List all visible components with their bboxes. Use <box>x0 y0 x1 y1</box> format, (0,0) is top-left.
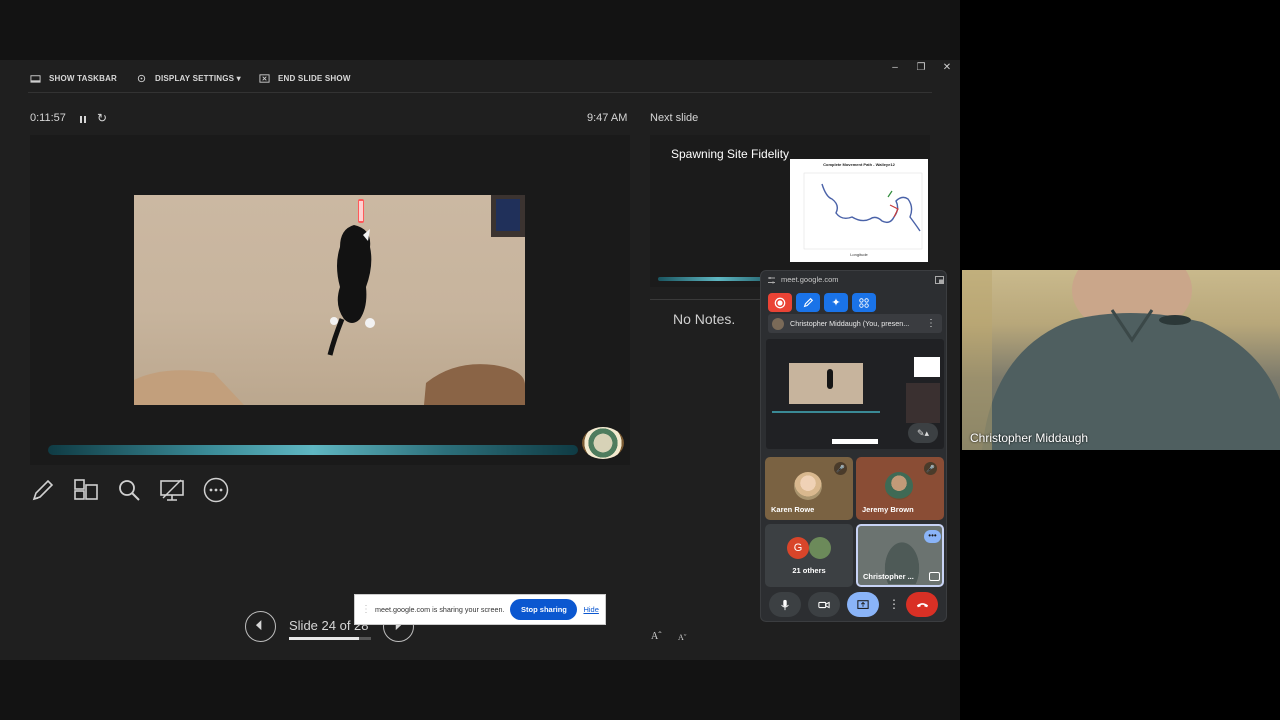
show-taskbar-button[interactable]: SHOW TASKBAR <box>30 72 117 84</box>
display-settings-label: DISPLAY SETTINGS ▾ <box>155 73 241 83</box>
next-chart-xlabel: Longitude <box>850 252 868 257</box>
stop-sharing-button[interactable]: Stop sharing <box>510 599 578 620</box>
restore-icon[interactable]: ❐ <box>914 62 928 73</box>
next-slide-preview[interactable]: Spawning Site Fidelity Complete Movement… <box>650 135 930 287</box>
increase-font-icon[interactable]: Aˆ <box>651 631 662 642</box>
more-vert-icon[interactable]: ⋮ <box>926 318 936 329</box>
current-slide <box>30 135 630 465</box>
preview-cat-thumbnail <box>789 363 863 404</box>
picture-in-picture-icon[interactable] <box>935 276 944 284</box>
webcam-video: Christopher Middaugh <box>962 270 1280 450</box>
more-horiz-icon[interactable]: ••• <box>924 530 941 543</box>
presenting-label: Christopher Middaugh (You, presen... <box>790 319 910 328</box>
sharing-message: meet.google.com is sharing your screen. <box>375 605 505 614</box>
chevron-left-icon <box>255 620 262 631</box>
shared-screen-preview: ✎▴ <box>766 339 944 449</box>
preview-chart-thumbnail <box>914 357 940 377</box>
mic-off-icon: 🎤 <box>924 462 937 475</box>
toolbar-divider <box>28 92 932 93</box>
presenting-screen-icon <box>929 572 940 581</box>
participant-tile-others[interactable]: G 21 others <box>765 524 853 587</box>
pen-icon[interactable] <box>29 476 57 504</box>
see-all-slides-icon[interactable] <box>72 476 100 504</box>
taskbar-icon <box>30 74 41 83</box>
elapsed-timer: 0:11:57 <box>30 112 66 124</box>
apps-icon[interactable] <box>852 293 876 312</box>
cat-video-image <box>134 195 525 405</box>
black-screen-icon[interactable] <box>158 476 186 504</box>
pause-timer-icon[interactable] <box>78 112 88 123</box>
present-screen-button[interactable] <box>847 592 879 617</box>
minimize-icon[interactable]: – <box>888 62 902 73</box>
zoom-icon[interactable] <box>115 476 143 504</box>
mic-off-icon: 🎤 <box>834 462 847 475</box>
display-settings-button[interactable]: DISPLAY SETTINGS ▾ <box>136 72 241 84</box>
avatar <box>794 472 822 500</box>
webcam-participant-name: Christopher Middaugh <box>970 431 1089 445</box>
avatar <box>885 472 913 500</box>
participant-name: Karen Rowe <box>771 505 815 514</box>
end-slide-show-button[interactable]: END SLIDE SHOW <box>259 72 351 84</box>
participant-name: Christopher ... <box>863 572 914 581</box>
drag-handle-icon[interactable]: ⋮ <box>361 604 371 615</box>
annotate-pen-icon[interactable] <box>796 293 820 312</box>
restart-timer-icon[interactable]: ↻ <box>97 111 107 125</box>
camera-icon <box>818 601 830 608</box>
end-slide-show-label: END SLIDE SHOW <box>278 73 351 83</box>
avatar <box>809 537 831 559</box>
slide-progress-bar <box>289 637 371 640</box>
next-slide-title: Spawning Site Fidelity <box>671 147 790 161</box>
participant-tile-karen-rowe[interactable]: 🎤 Karen Rowe <box>765 457 853 520</box>
participant-name: Jeremy Brown <box>862 505 914 514</box>
annotation-toggle-icon[interactable]: ✎▴ <box>908 423 938 443</box>
show-taskbar-label: SHOW TASKBAR <box>49 73 118 83</box>
hang-up-icon <box>916 603 928 608</box>
site-settings-icon[interactable] <box>767 276 776 285</box>
avatar-initial: G <box>787 537 809 559</box>
close-icon[interactable]: ✕ <box>940 62 954 73</box>
next-slide-chart-image: Complete Movement Path - Walleye12 Longi… <box>790 159 928 262</box>
meet-url: meet.google.com <box>781 275 839 284</box>
hide-link[interactable]: Hide <box>583 605 598 614</box>
previous-slide-button[interactable] <box>245 611 276 642</box>
clock: 9:47 AM <box>587 112 628 124</box>
presenting-row[interactable]: Christopher Middaugh (You, presen... ⋮ <box>768 314 942 333</box>
screen-sharing-bar: ⋮ meet.google.com is sharing your screen… <box>354 594 606 625</box>
leave-call-button[interactable] <box>906 592 938 617</box>
next-slide-heading: Next slide <box>650 112 699 124</box>
participant-name: 21 others <box>792 566 826 575</box>
speaker-notes: No Notes. <box>673 311 736 327</box>
avatar <box>772 317 784 330</box>
decrease-font-icon[interactable]: Aˇ <box>678 633 686 642</box>
organization-seal-logo <box>582 427 624 459</box>
camera-button[interactable] <box>808 592 840 617</box>
present-screen-icon <box>857 599 869 609</box>
end-show-icon <box>259 73 270 83</box>
microphone-button[interactable] <box>769 592 801 617</box>
record-icon[interactable] <box>768 293 792 312</box>
microphone-icon <box>781 599 789 610</box>
effects-sparkle-icon[interactable]: ✦ <box>824 293 848 312</box>
participant-tile-self[interactable]: ••• Christopher ... <box>856 524 944 587</box>
participant-tile-jeremy-brown[interactable]: 🎤 Jeremy Brown <box>856 457 944 520</box>
bottom-black-strip <box>0 660 960 720</box>
slide-progress-fill <box>289 637 360 640</box>
more-options-icon[interactable] <box>202 476 230 504</box>
google-meet-panel: meet.google.com ✦ Christopher Middaugh (… <box>760 270 947 622</box>
slide-wave-decoration <box>48 445 578 455</box>
more-options-icon[interactable]: ⋮ <box>888 597 900 611</box>
display-settings-icon <box>137 74 146 82</box>
top-black-strip <box>0 0 960 60</box>
